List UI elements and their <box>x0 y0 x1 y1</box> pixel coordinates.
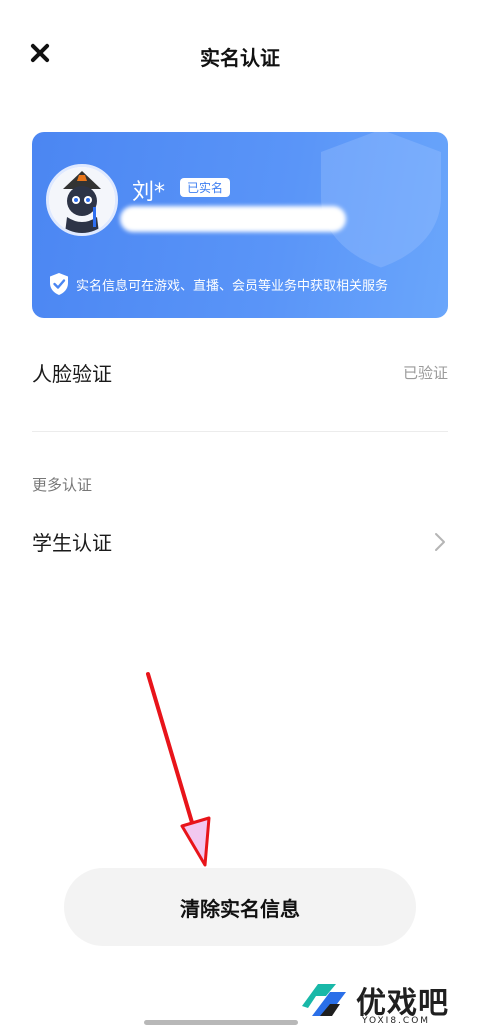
watermark-subtext: YOXI8.COM <box>362 1016 431 1026</box>
watermark-logo-icon <box>302 984 346 1016</box>
site-watermark: 优戏吧 YOXI8.COM <box>296 976 480 1027</box>
home-indicator <box>144 1020 298 1025</box>
clear-real-name-button[interactable]: 清除实名信息 <box>64 868 416 946</box>
